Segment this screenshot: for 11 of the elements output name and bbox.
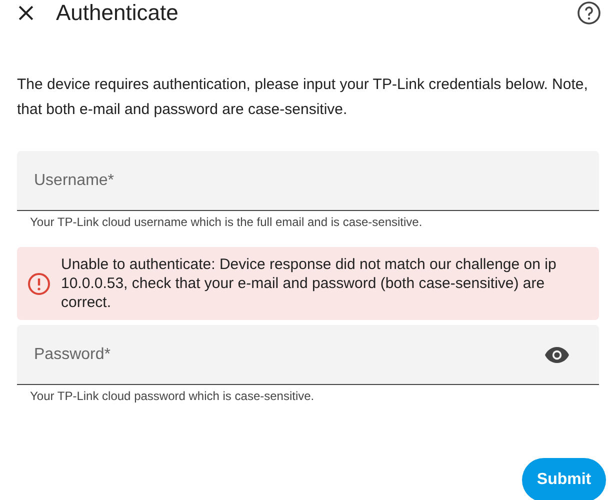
help-icon[interactable] [577,0,601,24]
error-icon [27,272,51,296]
description-text: The device requires authentication, please input your TP-Link credentials below. Note, that both e-mail and password are case-sensitive. [17,75,589,120]
submit-button[interactable]: Submit [522,458,606,500]
dialog-title: Authenticate [56,2,178,24]
helper-text: Your TP-Link cloud username which is the full email and is case-sensitive. [29,215,424,229]
helper-text: Your TP-Link cloud password which is case-sensitive. [29,389,316,403]
username-field[interactable]: Username* [17,151,599,211]
password-field[interactable]: Password* [17,325,599,385]
eye-icon[interactable] [545,346,569,364]
error-message: Unable to authenticate: Device response did not match our challenge on ip 10.0.0.53, check that your e-mail and password (both case-sensitive) are correct. [61,255,558,312]
